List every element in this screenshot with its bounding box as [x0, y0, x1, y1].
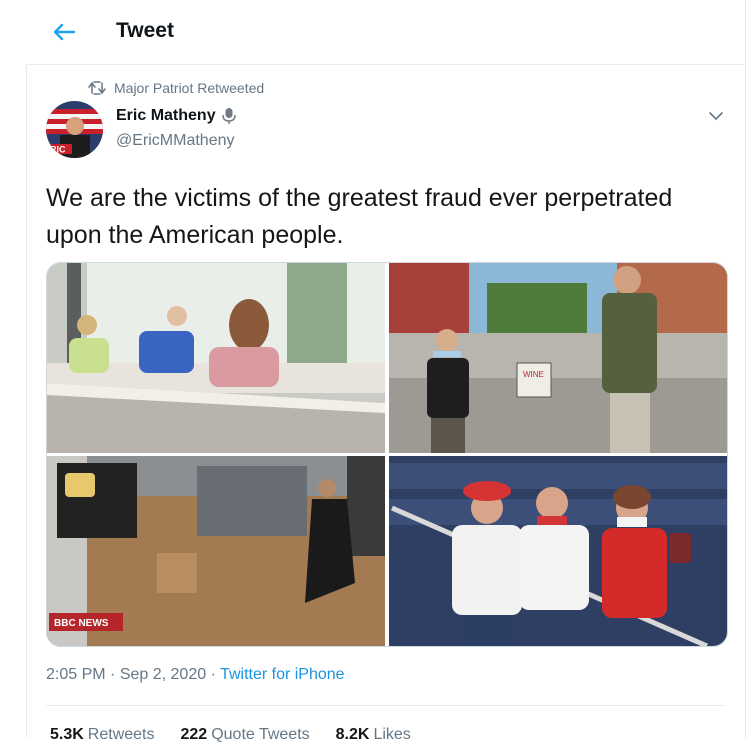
author-name: Eric Matheny — [116, 107, 216, 124]
retweets-label: Retweets — [87, 726, 155, 743]
page-title: Tweet — [116, 19, 174, 42]
photo-hallway[interactable]: BBC NEWS — [47, 456, 385, 646]
quote-tweets-label: Quote Tweets — [211, 726, 310, 743]
author-name-row[interactable]: Eric Matheny — [116, 107, 237, 125]
divider — [46, 705, 726, 706]
author-handle[interactable]: @EricMMatheny — [116, 132, 235, 150]
quote-tweets-count: 222 — [180, 726, 208, 743]
tweet-media-grid[interactable]: WINE BBC NEWS — [46, 262, 728, 647]
retweets-count: 5.3K — [50, 726, 84, 743]
bbc-news-watermark: BBC NEWS — [54, 618, 109, 629]
tweet-date[interactable]: Sep 2, 2020 — [120, 666, 206, 683]
likes-count: 8.2K — [335, 726, 370, 743]
photo-stadium[interactable] — [389, 456, 727, 646]
meta-separator: · — [210, 666, 216, 683]
tweet-stats: 5.3K Retweets 222 Quote Tweets 8.2K Likes — [50, 726, 411, 744]
tweet-meta: 2:05 PM · Sep 2, 2020 · Twitter for iPho… — [46, 666, 345, 684]
back-arrow-icon[interactable] — [50, 18, 78, 46]
likes-stat[interactable]: 8.2K Likes — [336, 726, 411, 744]
retweet-text: Major Patriot Retweeted — [114, 80, 265, 96]
avatar[interactable]: RIC — [46, 101, 103, 158]
photo-restaurant[interactable] — [47, 263, 385, 453]
tweet-text: We are the victims of the greatest fraud… — [46, 184, 673, 249]
microphone-icon — [221, 108, 236, 124]
quote-tweets-stat[interactable]: 222 Quote Tweets — [181, 726, 310, 744]
street-sign: WINE — [523, 370, 544, 379]
meta-separator: · — [110, 666, 116, 683]
retweets-stat[interactable]: 5.3K Retweets — [50, 726, 155, 744]
retweet-icon — [88, 81, 106, 95]
tweet-source[interactable]: Twitter for iPhone — [220, 666, 345, 683]
page-header: Tweet — [26, 0, 744, 65]
photo-street[interactable]: WINE — [389, 263, 727, 453]
tweet-time[interactable]: 2:05 PM — [46, 666, 106, 683]
chevron-down-icon[interactable] — [706, 106, 726, 126]
likes-label: Likes — [373, 726, 411, 743]
retweet-context[interactable]: Major Patriot Retweeted — [88, 80, 264, 96]
